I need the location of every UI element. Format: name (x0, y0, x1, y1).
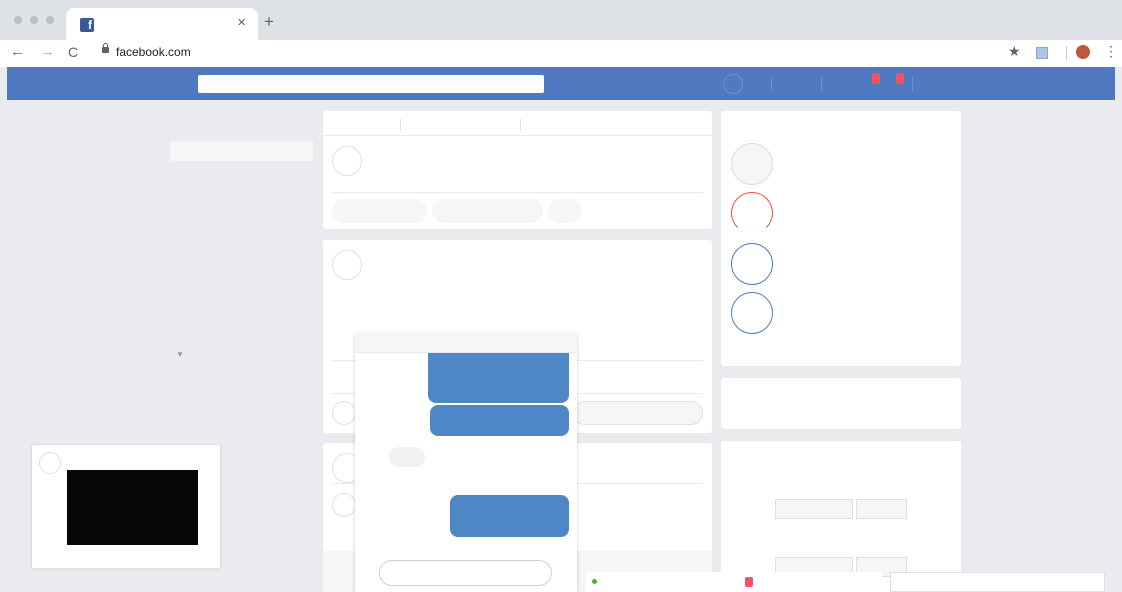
tag-friends-button[interactable] (432, 199, 543, 223)
video-tile[interactable] (31, 444, 221, 569)
nav-divider (771, 77, 772, 91)
profile-link-avatar[interactable] (723, 74, 743, 94)
chat-header[interactable] (355, 333, 577, 353)
minimize-window-dot[interactable] (30, 16, 38, 24)
chat-window (355, 333, 577, 592)
reload-icon[interactable]: C (68, 44, 78, 60)
toolbar-divider (1066, 46, 1067, 60)
search-input[interactable] (198, 75, 544, 93)
extension-icon[interactable] (1036, 47, 1048, 59)
composer-tabs-divider (323, 135, 712, 136)
chat-message-bubble (428, 353, 569, 403)
tab-close-icon[interactable]: × (237, 14, 246, 31)
new-tab-icon[interactable]: + (264, 12, 274, 32)
browser-tab-strip: f × + (0, 0, 1122, 40)
suggestions-card (721, 441, 961, 592)
browser-toolbar: ← → C facebook.com ★ ⋮ (0, 40, 1122, 67)
online-status-icon (592, 579, 597, 584)
messages-icon[interactable] (896, 73, 904, 84)
comment-avatar (332, 401, 356, 425)
lock-icon (102, 43, 109, 53)
story-ring[interactable] (731, 243, 773, 285)
story-ring[interactable] (731, 292, 773, 334)
unread-badge-icon (745, 577, 753, 587)
address-bar[interactable]: facebook.com (116, 45, 191, 59)
chat-tab[interactable] (586, 572, 730, 592)
comment-avatar (332, 493, 356, 517)
stories-card (721, 111, 961, 366)
browser-tab[interactable]: f × (66, 8, 258, 40)
video-player[interactable] (67, 470, 198, 545)
composer-card (323, 111, 712, 229)
friend-requests-icon[interactable] (872, 73, 880, 84)
chat-input[interactable] (379, 560, 552, 586)
composer-avatar (332, 146, 362, 176)
suggestion-button[interactable] (856, 499, 907, 519)
nav-divider (912, 77, 913, 91)
browser-menu-icon[interactable]: ⋮ (1104, 43, 1118, 60)
profile-avatar-icon[interactable] (1076, 45, 1090, 59)
chat-message-bubble (430, 405, 569, 436)
chat-message-bubble (450, 495, 569, 537)
suggestion-button[interactable] (775, 499, 853, 519)
video-owner-avatar (39, 452, 61, 474)
facebook-favicon-icon: f (80, 18, 94, 32)
story-ring-red[interactable] (731, 192, 773, 234)
zoom-window-dot[interactable] (46, 16, 54, 24)
chat-sidebar-tab[interactable] (890, 572, 1105, 592)
composer-divider (332, 192, 703, 193)
bookmark-star-icon[interactable]: ★ (1008, 43, 1021, 60)
composer-tab-separator (520, 119, 521, 131)
nav-divider (821, 77, 822, 91)
back-icon[interactable]: ← (10, 43, 25, 60)
sidebar-profile-item[interactable] (170, 141, 313, 161)
more-options-button[interactable] (548, 199, 581, 223)
sponsored-card (721, 378, 961, 429)
add-story-avatar[interactable] (731, 143, 773, 185)
chat-tab[interactable] (738, 572, 882, 592)
facebook-top-bar (7, 67, 1115, 100)
photo-video-button[interactable] (332, 199, 427, 223)
composer-tab-separator (400, 119, 401, 131)
comment-input[interactable] (573, 401, 703, 425)
close-window-dot[interactable] (14, 16, 22, 24)
forward-icon[interactable]: → (40, 43, 55, 60)
post-author-avatar (332, 250, 362, 280)
sidebar-see-more-icon[interactable]: ▼ (176, 350, 184, 359)
incoming-message-bubble (389, 447, 425, 467)
